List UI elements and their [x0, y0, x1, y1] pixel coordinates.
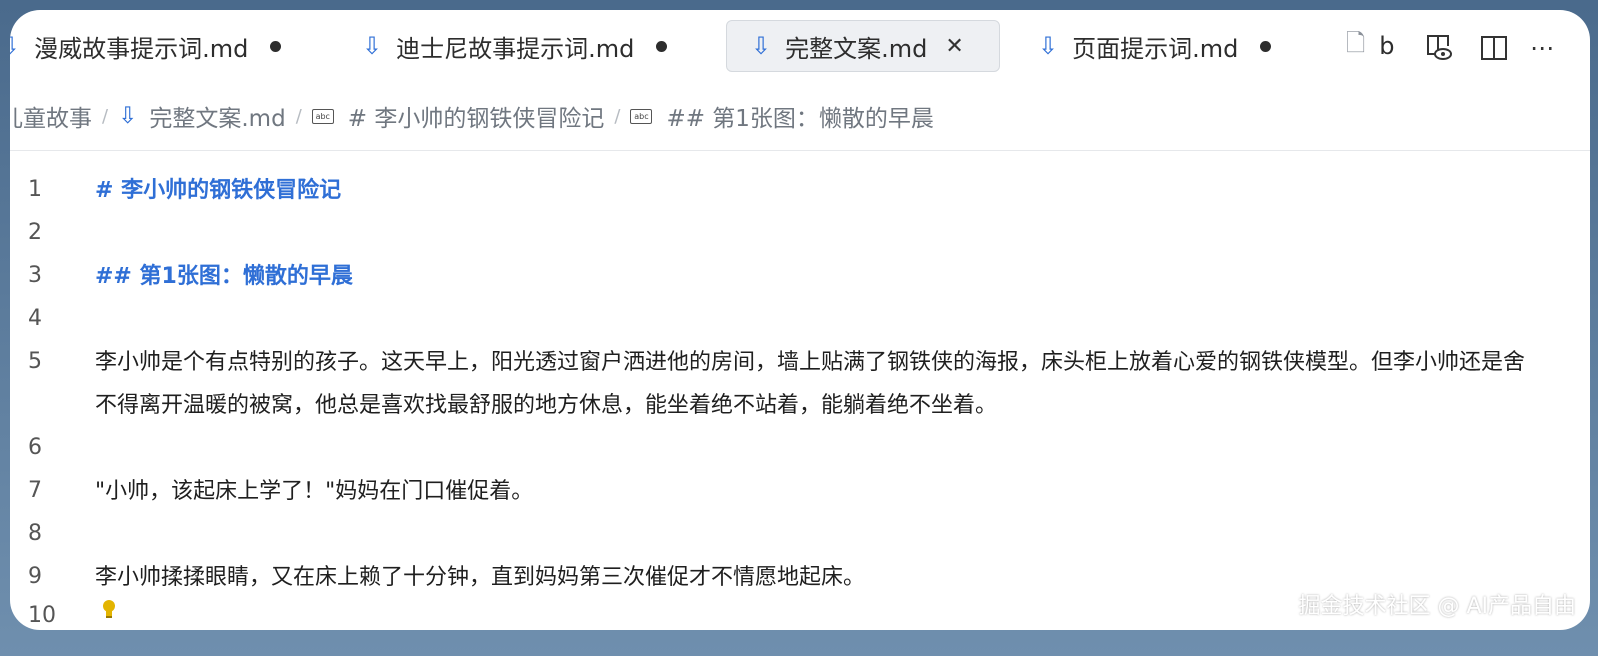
line-number: 6	[28, 435, 42, 460]
download-arrow-icon: ⇩	[362, 32, 383, 60]
tab-label: 完整文案.md	[785, 34, 928, 63]
line-text: # 李小帅的钢铁侠冒险记	[95, 178, 342, 203]
split-icon	[1481, 36, 1507, 60]
tab-full-copy[interactable]: ⇩ 完整文案.md ✕	[726, 20, 1000, 72]
more-actions-icon[interactable]: ⋯	[1530, 34, 1554, 62]
breadcrumb-file[interactable]: 完整文案.md	[149, 99, 285, 133]
tab-label: b	[1379, 32, 1395, 60]
string-symbol-icon: abc	[311, 108, 334, 124]
line-number: 2	[28, 220, 42, 245]
unsaved-dot-icon	[656, 40, 668, 52]
line-number: 5	[28, 349, 42, 374]
line-number: 4	[28, 306, 42, 331]
line-number: 9	[28, 564, 42, 589]
close-icon[interactable]: ✕	[945, 34, 963, 59]
download-arrow-icon: ⇩	[1038, 32, 1059, 60]
tab-label: 页面提示词.md	[1072, 34, 1239, 63]
tab-disney[interactable]: ⇩ 迪士尼故事提示词.md	[362, 20, 668, 72]
split-editor-icon[interactable]	[1480, 34, 1508, 68]
download-arrow-icon: ⇩	[10, 32, 21, 60]
lightbulb-icon[interactable]	[102, 600, 116, 618]
breadcrumb: 儿童故事 / ⇩ 完整文案.md / abc # 李小帅的钢铁侠冒险记 / ab…	[10, 96, 934, 136]
watermark: 掘金技术社区 @ AI产品自由	[1298, 594, 1576, 619]
string-symbol-icon: abc	[630, 108, 653, 124]
line-text: ## 第1张图：懒散的早晨	[95, 264, 353, 289]
tab-bar: ⇩ 漫威故事提示词.md ⇩ 迪士尼故事提示词.md ⇩ 完整文案.md ✕ ⇩…	[10, 10, 1590, 82]
tab-page-prompts[interactable]: ⇩ 页面提示词.md	[1038, 20, 1272, 72]
line-number: 7	[28, 478, 42, 503]
line-text: "小帅，该起床上学了！"妈妈在门口催促着。	[95, 479, 534, 504]
preview-icon[interactable]	[1424, 34, 1454, 68]
breadcrumb-separator: /	[295, 105, 302, 127]
tab-b[interactable]: 🗋 b	[1346, 20, 1395, 72]
breadcrumb-heading-1[interactable]: # 李小帅的钢铁侠冒险记	[348, 99, 605, 133]
line-number: 1	[28, 177, 42, 202]
tab-label: 漫威故事提示词.md	[34, 34, 249, 63]
file-icon: 🗋	[1346, 28, 1366, 57]
editor-window: ⇩ 漫威故事提示词.md ⇩ 迪士尼故事提示词.md ⇩ 完整文案.md ✕ ⇩…	[10, 10, 1590, 630]
line-number: 8	[28, 521, 42, 546]
line-number: 10	[28, 603, 56, 628]
line-text: 李小帅揉揉眼睛，又在床上赖了十分钟，直到妈妈第三次催促才不情愿地起床。	[95, 565, 866, 590]
tab-marvel[interactable]: ⇩ 漫威故事提示词.md	[10, 20, 282, 72]
tab-label: 迪士尼故事提示词.md	[396, 34, 635, 63]
download-arrow-icon: ⇩	[751, 32, 772, 60]
line-number: 3	[28, 263, 42, 288]
unsaved-dot-icon	[270, 40, 282, 52]
line-text: 李小帅是个有点特别的孩子。这天早上，阳光透过窗户洒进他的房间，墙上贴满了钢铁侠的…	[95, 350, 1526, 418]
download-arrow-icon: ⇩	[118, 103, 138, 129]
divider	[10, 150, 1590, 151]
open-preview-icon	[1427, 35, 1452, 60]
unsaved-dot-icon	[1260, 40, 1272, 52]
breadcrumb-separator: /	[614, 105, 621, 127]
breadcrumb-separator: /	[102, 105, 109, 127]
breadcrumb-heading-2[interactable]: ## 第1张图：懒散的早晨	[666, 99, 934, 133]
breadcrumb-folder[interactable]: 儿童故事	[10, 99, 92, 133]
